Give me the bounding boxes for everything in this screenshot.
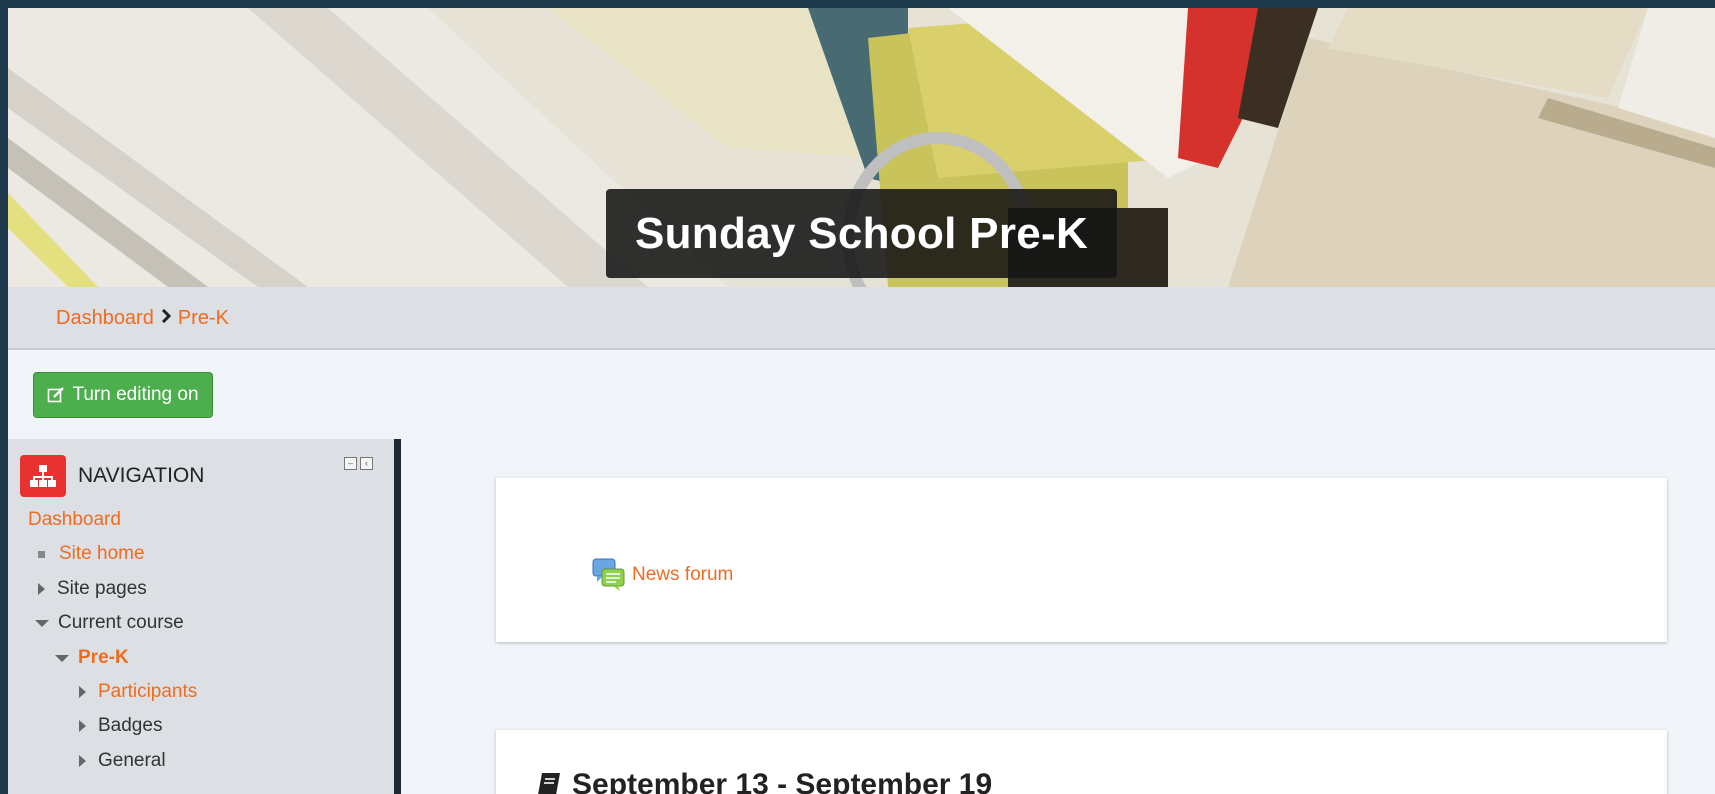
news-forum-label: News forum: [632, 564, 734, 585]
page-frame: Sunday School Pre-K Dashboard Pre-K Turn…: [8, 8, 1715, 794]
expand-arrow-icon: [79, 755, 86, 767]
nav-item-pre-k[interactable]: Pre-K: [55, 647, 129, 669]
sitemap-icon: [20, 455, 66, 497]
nav-item-label: Site pages: [57, 578, 147, 599]
week-title: September 13 - September 19: [572, 768, 993, 794]
nav-item-general[interactable]: General: [79, 750, 166, 772]
dock-block-icon[interactable]: ‹: [360, 457, 373, 470]
nav-item-current-course[interactable]: Current course: [35, 612, 184, 634]
expand-arrow-icon: [79, 686, 86, 698]
expand-arrow-icon: [38, 583, 45, 595]
nav-item-dashboard[interactable]: Dashboard: [28, 509, 121, 531]
navigation-controls: – ‹: [344, 457, 373, 470]
nav-item-site-pages[interactable]: Site pages: [38, 578, 147, 600]
expand-arrow-icon: [79, 720, 86, 732]
nav-item-participants[interactable]: Participants: [79, 681, 197, 703]
navigation-block: NAVIGATION – ‹ Dashboard Site home Site …: [8, 439, 401, 794]
breadcrumb-prek[interactable]: Pre-K: [178, 307, 229, 330]
turn-editing-on-button[interactable]: Turn editing on: [33, 372, 213, 418]
collapse-block-icon[interactable]: –: [344, 457, 357, 470]
breadcrumb-bar: Dashboard Pre-K: [8, 287, 1715, 350]
turn-editing-on-label: Turn editing on: [72, 384, 199, 405]
forum-icon: [592, 558, 625, 591]
site-title: Sunday School Pre-K: [606, 189, 1117, 278]
week-heading: September 13 - September 19: [536, 768, 992, 794]
collapse-arrow-icon: [55, 654, 69, 662]
nav-item-badges[interactable]: Badges: [79, 715, 162, 737]
nav-item-label: Current course: [58, 612, 184, 633]
week-section: September 13 - September 19: [496, 730, 1667, 794]
edit-icon: [48, 387, 65, 403]
breadcrumb-separator-icon: [161, 308, 171, 328]
nav-item-site-home[interactable]: Site home: [34, 543, 145, 565]
nav-item-label: Badges: [98, 715, 163, 736]
nav-item-label: General: [98, 750, 166, 771]
navigation-title: NAVIGATION: [78, 464, 205, 487]
nav-item-label: Pre-K: [78, 647, 129, 668]
nav-item-label: Dashboard: [28, 509, 121, 530]
news-forum-section: News forum: [496, 478, 1667, 642]
nav-item-label: Participants: [98, 681, 198, 702]
navigation-header: NAVIGATION: [20, 455, 204, 497]
book-icon: [538, 773, 560, 794]
breadcrumb-dashboard[interactable]: Dashboard: [56, 307, 154, 330]
collapse-arrow-icon: [35, 619, 49, 627]
news-forum-link[interactable]: News forum: [592, 558, 733, 592]
bullet-icon: [38, 550, 45, 558]
header-banner: Sunday School Pre-K: [8, 8, 1715, 287]
nav-item-label: Site home: [59, 543, 145, 564]
breadcrumb: Dashboard Pre-K: [56, 307, 229, 330]
